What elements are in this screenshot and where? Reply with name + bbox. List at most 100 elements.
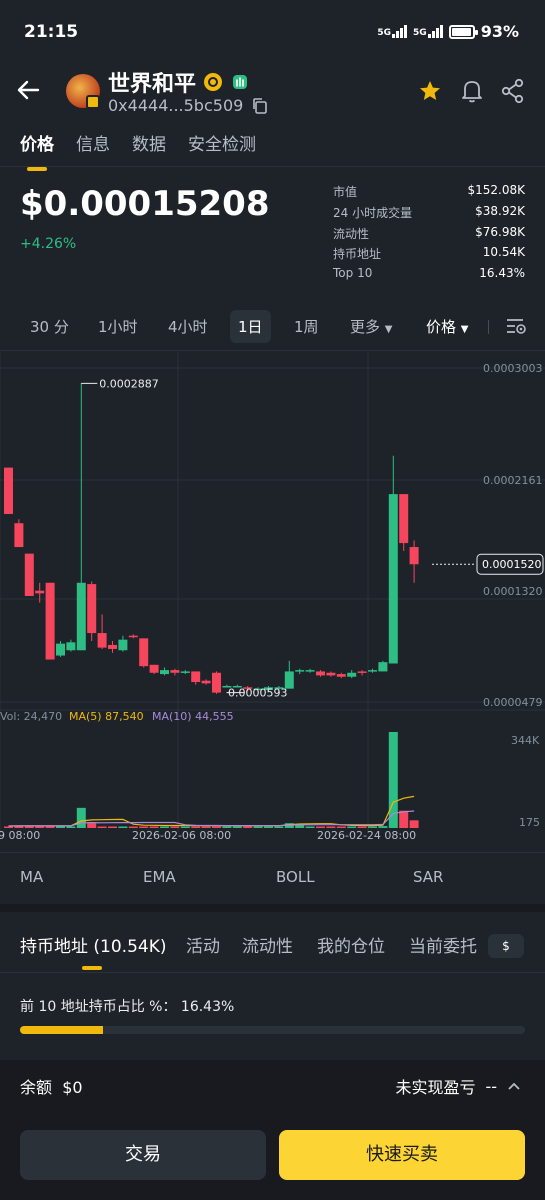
volume-bar xyxy=(253,826,263,828)
candle-body xyxy=(139,638,149,667)
share-icon[interactable] xyxy=(500,78,526,104)
stat-key: 流动性 xyxy=(333,226,370,241)
x-tick-label: 2026-02-06 08:00 xyxy=(132,829,231,842)
volume-bar xyxy=(357,826,367,828)
tab-price[interactable]: 价格 xyxy=(20,130,54,171)
price-change: +4.26% xyxy=(20,236,77,252)
candle-body xyxy=(409,547,419,565)
stat-key: 持币地址 xyxy=(333,247,382,262)
status-right: 5G 5G 93% xyxy=(377,22,519,41)
signal-icon: 5G xyxy=(377,25,408,38)
indicator-boll[interactable]: BOLL xyxy=(276,868,315,886)
tab-liquidity[interactable]: 流动性 xyxy=(242,932,293,957)
candle-body xyxy=(357,671,367,673)
candle-body xyxy=(201,680,211,684)
candlestick-chart[interactable]: 0.0003003 0.0002161 0.0001320 0.0000479 0.00… xyxy=(0,352,545,852)
volume-bar xyxy=(378,826,388,828)
volume-bar xyxy=(35,826,45,828)
interval-1h[interactable]: 1小时 xyxy=(90,310,146,343)
candle-body xyxy=(14,523,24,548)
tab-security[interactable]: 安全检测 xyxy=(188,130,256,155)
volume-bar xyxy=(336,826,346,828)
volume-bar xyxy=(305,826,315,828)
bell-icon[interactable] xyxy=(460,78,484,104)
battery-percent: 93% xyxy=(480,22,519,41)
tab-info[interactable]: 信息 xyxy=(76,130,110,155)
candle-body xyxy=(399,494,409,544)
interval-bar: 30 分 1小时 4小时 1日 1周 更多 ▼ 价格 ▼ xyxy=(0,304,545,348)
status-bar: 21:15 5G 5G 93% xyxy=(0,0,545,64)
stat-row: Top 10 16.43% xyxy=(333,266,525,287)
current-price-label: 0.0001520 xyxy=(482,558,542,571)
chart-settings-icon[interactable] xyxy=(506,317,528,335)
holders-divider xyxy=(0,972,545,973)
candle-body xyxy=(191,671,201,683)
volume-bar xyxy=(399,810,409,828)
volume-axis-top: 344K xyxy=(511,734,540,747)
interval-1w[interactable]: 1周 xyxy=(286,310,327,343)
volume-bar xyxy=(97,826,107,828)
contract-address-row: 0x4444...5bc509 xyxy=(108,96,269,115)
volume-label: Vol: 24,470 xyxy=(0,710,62,723)
quick-trade-button[interactable]: 快速买卖 xyxy=(279,1130,525,1180)
chevron-up-icon[interactable] xyxy=(507,1081,521,1091)
main-tabs: 价格 信息 数据 安全检测 xyxy=(20,130,256,171)
volume-bar xyxy=(118,826,128,828)
stat-row: 市值 $152.08K xyxy=(333,183,525,204)
volume-ma10-line xyxy=(8,810,415,827)
stat-value: 16.43% xyxy=(479,266,525,281)
volume-bar xyxy=(212,826,221,828)
holders-tabs: 持币地址 (10.54K) 活动 流动性 我的仓位 当前委托 xyxy=(20,932,480,958)
tab-activity[interactable]: 活动 xyxy=(186,932,220,957)
volume-bar xyxy=(222,826,232,828)
tab-my-position[interactable]: 我的仓位 xyxy=(317,932,385,957)
interval-30m[interactable]: 30 分 xyxy=(22,310,77,343)
balance-row[interactable]: 余额 $0 未实现盈亏 -- xyxy=(0,1060,545,1108)
interval-more[interactable]: 更多 ▼ xyxy=(342,310,401,343)
tab-data[interactable]: 数据 xyxy=(132,130,166,155)
volume-bar xyxy=(149,826,159,828)
trade-button[interactable]: 交易 xyxy=(20,1130,266,1180)
volume-bar xyxy=(45,826,55,828)
volume-bar xyxy=(76,807,86,828)
price-type-dropdown[interactable]: 价格 ▼ xyxy=(418,310,477,343)
status-time: 21:15 xyxy=(24,22,79,42)
volume-bar xyxy=(180,826,190,828)
copy-icon[interactable] xyxy=(251,97,269,115)
signal-icon-2: 5G xyxy=(413,25,443,38)
chart-top-divider xyxy=(0,350,545,351)
max-price-label: 0.0002887 xyxy=(99,377,159,390)
indicator-ma[interactable]: MA xyxy=(20,868,43,886)
volume-bar xyxy=(201,826,211,828)
stat-row: 持币地址 10.54K xyxy=(333,245,525,266)
contract-address: 0x4444...5bc509 xyxy=(108,96,244,115)
star-icon[interactable] xyxy=(418,79,442,103)
stat-value: 10.54K xyxy=(482,245,525,260)
candle-body xyxy=(212,672,221,693)
hand-icon xyxy=(233,75,248,89)
top10-progress-bar xyxy=(20,1026,525,1034)
indicator-ema[interactable]: EMA xyxy=(143,868,176,886)
tabs-divider xyxy=(0,166,545,167)
interval-4h[interactable]: 4小时 xyxy=(160,310,216,343)
candle-body xyxy=(347,672,357,677)
stat-key: 市值 xyxy=(333,185,358,199)
interval-1d[interactable]: 1日 xyxy=(230,309,271,343)
volume-bar xyxy=(108,826,117,828)
candle-body xyxy=(24,553,34,597)
indicator-sar[interactable]: SAR xyxy=(413,868,443,886)
holders-tab-indicator xyxy=(82,966,102,970)
volume-bar xyxy=(347,826,357,828)
volume-bar xyxy=(160,826,169,828)
section-gap xyxy=(0,904,545,912)
x-tick-label: 2026-02-24 08:00 xyxy=(317,829,416,842)
currency-toggle-button[interactable]: $ xyxy=(488,934,524,958)
tab-open-orders[interactable]: 当前委托 xyxy=(409,932,477,957)
volume-bar xyxy=(139,826,149,828)
back-arrow-icon[interactable] xyxy=(16,78,42,102)
y-tick-label: 0.0002161 xyxy=(483,474,543,487)
candle-body xyxy=(149,664,159,673)
current-price: $0.00015208 xyxy=(20,184,270,224)
tab-holders[interactable]: 持币地址 (10.54K) xyxy=(20,932,166,957)
candle-body xyxy=(378,662,388,672)
